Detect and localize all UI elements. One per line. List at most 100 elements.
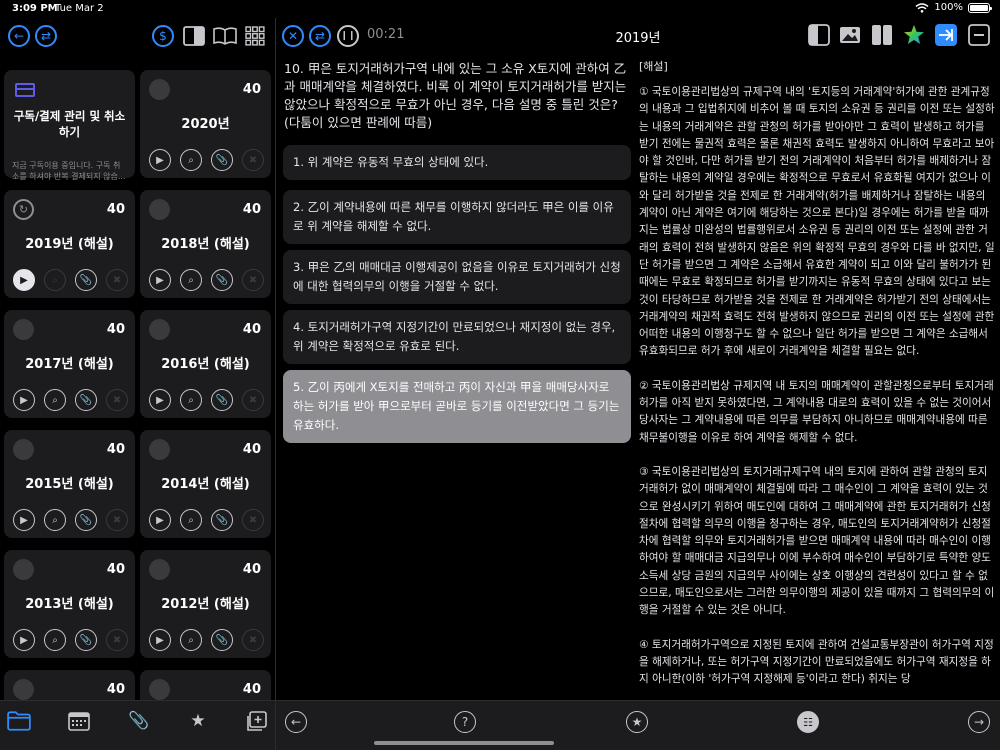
main-toolbar: ✕ ⇄ ❙❙ 00:21 2019년 (276, 18, 1000, 54)
next-arrow-icon[interactable] (935, 24, 957, 46)
next-question-arrow-icon[interactable]: → (968, 711, 990, 733)
trash-icon[interactable]: ✖ (242, 389, 264, 411)
play-icon[interactable]: ▶ (13, 629, 35, 651)
reading-book-icon[interactable]: ☷ (797, 711, 819, 733)
paperclip-icon[interactable]: 📎 (211, 149, 233, 171)
paperclip-icon[interactable]: 📎 (75, 389, 97, 411)
grid-icon[interactable] (245, 26, 265, 46)
trash-icon[interactable]: ✖ (242, 149, 264, 171)
previous-arrow-icon[interactable]: ← (285, 711, 307, 733)
question-count: 40 (242, 202, 261, 217)
option-4[interactable]: 4. 토지거래허가구역 지정기간이 만료되었으나 재지정이 없는 경우, 위 계… (283, 310, 631, 364)
exam-card-2020[interactable]: 40 2020년 ▶ ⌕ 📎 ✖ (140, 70, 271, 178)
wifi-icon (915, 2, 929, 13)
main-panel: ✕ ⇄ ❙❙ 00:21 2019년 10. 甲은 토지거래허가구역 내에 있는… (276, 18, 1000, 750)
sync-icon[interactable]: ⇄ (35, 25, 57, 47)
question-count: 40 (106, 442, 125, 457)
exam-card-2017[interactable]: 40 2017년 (해설) ▶ ⌕ 📎 ✖ (4, 310, 135, 418)
play-icon[interactable]: ▶ (149, 149, 171, 171)
question-count: 40 (242, 322, 261, 337)
exam-card-2015[interactable]: 40 2015년 (해설) ▶ ⌕ 📎 ✖ (4, 430, 135, 538)
add-page-icon[interactable] (245, 711, 269, 731)
exam-title: 2019년 (해설) (25, 237, 114, 252)
search-icon[interactable]: ⌕ (180, 149, 202, 171)
exam-card-2018[interactable]: 40 2018년 (해설) ▶ ⌕ 📎 ✖ (140, 190, 271, 298)
search-icon[interactable]: ⌕ (44, 509, 66, 531)
search-icon[interactable]: ⌕ (180, 509, 202, 531)
search-icon[interactable]: ⌕ (44, 389, 66, 411)
exam-card-2012[interactable]: 40 2012년 (해설) ▶ ⌕ 📎 ✖ (140, 550, 271, 658)
trash-icon[interactable]: ✖ (242, 629, 264, 651)
star-tab-icon[interactable]: ★ (186, 711, 210, 731)
image-icon[interactable] (839, 24, 861, 46)
trash-icon[interactable]: ✖ (106, 629, 128, 651)
paperclip-icon[interactable]: 📎 (75, 509, 97, 531)
exam-card-partial-right[interactable]: 40 (140, 670, 271, 700)
trash-icon[interactable]: ✖ (106, 509, 128, 531)
exam-card-2019[interactable]: ↻ 40 2019년 (해설) ▶ ⌕ 📎 ✖ (4, 190, 135, 298)
status-dot-icon (13, 439, 34, 460)
question-count: 40 (242, 562, 261, 577)
left-panel: ← ⇄ $ 구독/결제 관리 및 취소하기 지금 구독이용 중입니다. 구독 취… (0, 18, 275, 750)
search-icon[interactable]: ⌕ (44, 269, 66, 291)
dollar-icon[interactable]: $ (152, 25, 174, 47)
exam-title: 2013년 (해설) (25, 597, 114, 612)
search-icon[interactable]: ⌕ (180, 629, 202, 651)
search-icon[interactable]: ⌕ (180, 269, 202, 291)
play-icon[interactable]: ▶ (149, 629, 171, 651)
exam-card-2016[interactable]: 40 2016년 (해설) ▶ ⌕ 📎 ✖ (140, 310, 271, 418)
layout-toggle-icon[interactable] (808, 24, 830, 46)
sync-status-icon: ↻ (13, 199, 34, 220)
book-icon[interactable] (213, 27, 237, 45)
paperclip-icon[interactable]: 📎 (211, 389, 233, 411)
split-view-icon[interactable] (183, 26, 205, 46)
paperclip-icon[interactable]: 📎 (75, 629, 97, 651)
paperclip-tab-icon[interactable]: 📎 (127, 711, 151, 731)
question-count: 40 (242, 82, 261, 97)
option-2[interactable]: 2. 乙이 계약내용에 따른 채무를 이행하지 않더라도 甲은 이를 이유로 위… (283, 190, 631, 244)
status-dot-icon (13, 319, 34, 340)
paperclip-icon[interactable]: 📎 (75, 269, 97, 291)
play-icon[interactable]: ▶ (13, 389, 35, 411)
play-icon[interactable]: ▶ (13, 509, 35, 531)
favorite-star-icon[interactable]: ★ (626, 711, 648, 733)
play-icon[interactable]: ▶ (149, 509, 171, 531)
status-bar: 3:09 PM Tue Mar 2 100% (0, 0, 1000, 18)
help-icon[interactable]: ? (454, 711, 476, 733)
play-icon[interactable]: ▶ (13, 269, 35, 291)
main-bottom-bar: ← ? ★ ☷ → (276, 700, 1000, 750)
explanation-paragraph: ① 국토이용관리법상의 규제구역 내의 '토지등의 거래계약'허가에 관한 관계… (639, 86, 995, 358)
option-1[interactable]: 1. 위 계약은 유동적 무효의 상태에 있다. (283, 145, 631, 180)
play-icon[interactable]: ▶ (149, 269, 171, 291)
minimize-icon[interactable] (968, 24, 990, 46)
split-columns-icon[interactable] (871, 24, 893, 46)
battery-percent: 100% (934, 2, 963, 13)
exam-card-2014[interactable]: 40 2014년 (해설) ▶ ⌕ 📎 ✖ (140, 430, 271, 538)
exam-card-partial-left[interactable]: 40 (4, 670, 135, 700)
exam-card-2013[interactable]: 40 2013년 (해설) ▶ ⌕ 📎 ✖ (4, 550, 135, 658)
play-icon[interactable]: ▶ (149, 389, 171, 411)
trash-icon[interactable]: ✖ (242, 509, 264, 531)
subscription-card[interactable]: 구독/결제 관리 및 취소하기 지금 구독이용 중입니다. 구독 취소를 하셔야… (4, 70, 135, 181)
option-5-selected[interactable]: 5. 乙이 丙에게 X토지를 전매하고 丙이 자신과 甲을 매매당사자로 하는 … (283, 370, 631, 443)
exam-title: 2016년 (해설) (161, 357, 250, 372)
search-icon[interactable]: ⌕ (180, 389, 202, 411)
trash-icon[interactable]: ✖ (242, 269, 264, 291)
calendar-icon[interactable] (67, 711, 91, 731)
trash-icon[interactable]: ✖ (106, 389, 128, 411)
star-icon[interactable] (903, 24, 925, 46)
explanation-pane: [해설] ① 국토이용관리법상의 규제구역 내의 '토지등의 거래계약'허가에 … (639, 58, 995, 700)
back-icon[interactable]: ← (8, 25, 30, 47)
paperclip-icon[interactable]: 📎 (211, 629, 233, 651)
paperclip-icon[interactable]: 📎 (211, 269, 233, 291)
trash-icon[interactable]: ✖ (106, 269, 128, 291)
paperclip-icon[interactable]: 📎 (211, 509, 233, 531)
exam-title: 2012년 (해설) (161, 597, 250, 612)
exam-title: 2017년 (해설) (25, 357, 114, 372)
search-icon[interactable]: ⌕ (44, 629, 66, 651)
option-3[interactable]: 3. 甲은 乙의 매매대금 이행제공이 없음을 이유로 토지거래허가 신청에 대… (283, 250, 631, 304)
question-text: 10. 甲은 토지거래허가구역 내에 있는 그 소유 X토지에 관하여 乙과 매… (284, 61, 627, 130)
folder-icon[interactable] (7, 711, 31, 731)
status-dot-icon (13, 679, 34, 700)
left-toolbar: ← ⇄ $ (0, 18, 275, 54)
